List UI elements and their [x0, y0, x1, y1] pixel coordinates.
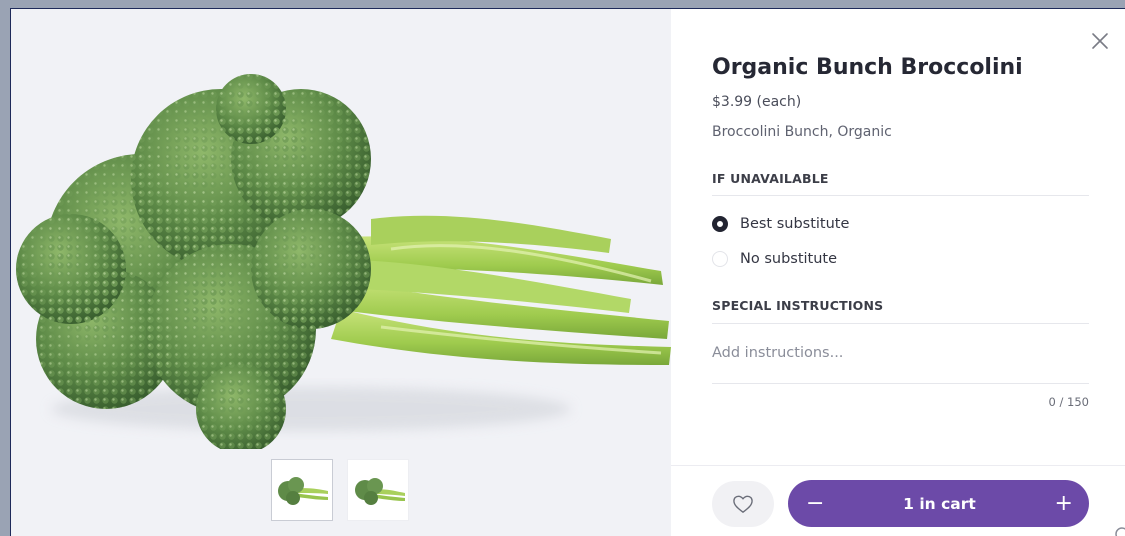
favorite-button[interactable]	[712, 481, 774, 527]
product-image-pane	[11, 9, 671, 536]
product-image	[16, 74, 671, 449]
character-counter: 0 / 150	[1048, 395, 1089, 409]
product-price: $3.99 (each)	[712, 94, 802, 110]
close-button[interactable]	[1088, 29, 1112, 53]
footer-divider	[671, 465, 1125, 466]
option-label: Best substitute	[740, 216, 850, 232]
divider	[712, 383, 1089, 384]
product-title: Organic Bunch Broccolini	[712, 55, 1023, 80]
cart-quantity-label: 1 in cart	[903, 494, 976, 513]
thumbnail-broccolini-icon	[278, 477, 328, 505]
heart-icon	[733, 495, 753, 513]
thumbnail-2[interactable]	[347, 459, 409, 521]
cart-stepper: − 1 in cart +	[788, 480, 1089, 527]
close-icon	[1092, 33, 1108, 49]
option-no-substitute[interactable]: No substitute	[712, 251, 837, 267]
decrease-quantity-button[interactable]: −	[806, 492, 824, 515]
thumbnail-broccolini-icon	[355, 478, 405, 505]
radio-unselected[interactable]	[712, 251, 728, 267]
increase-quantity-button[interactable]: +	[1055, 492, 1073, 515]
instructions-input[interactable]	[712, 342, 1087, 364]
product-subtitle: Broccolini Bunch, Organic	[712, 124, 892, 140]
divider	[712, 323, 1089, 324]
special-instructions-heading: SPECIAL INSTRUCTIONS	[712, 298, 884, 313]
product-details: Organic Bunch Broccolini $3.99 (each) Br…	[671, 9, 1125, 536]
option-label: No substitute	[740, 251, 838, 267]
thumbnail-1[interactable]	[271, 459, 333, 521]
corner-ring-icon	[1115, 527, 1125, 536]
if-unavailable-heading: IF UNAVAILABLE	[712, 171, 829, 186]
option-best-substitute[interactable]: Best substitute	[712, 216, 849, 232]
divider	[712, 195, 1089, 196]
radio-selected[interactable]	[712, 216, 728, 232]
product-modal: Organic Bunch Broccolini $3.99 (each) Br…	[10, 8, 1125, 536]
